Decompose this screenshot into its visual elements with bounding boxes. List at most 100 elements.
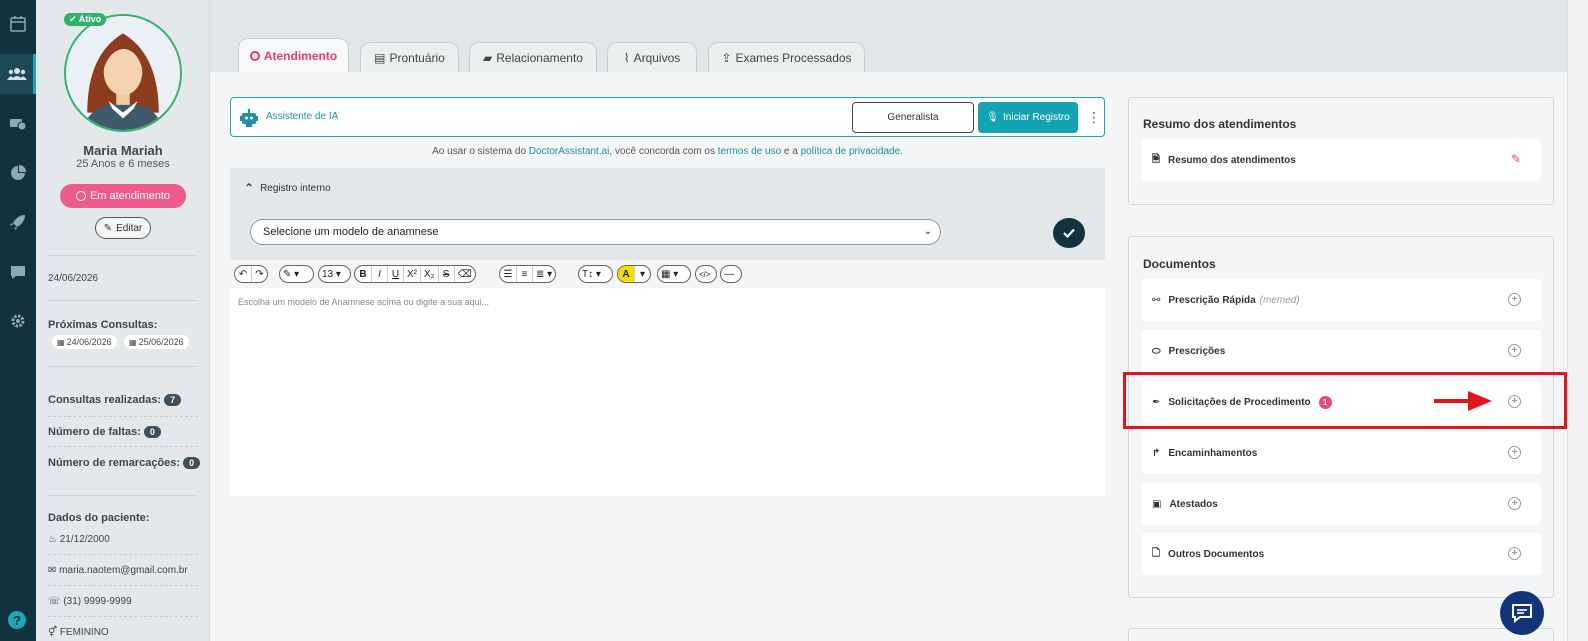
divider [48,366,198,367]
birth-date: ♨ 21/12/2000 [48,534,110,545]
stat-remarcacoes: Número de remarcações: 0 [48,457,201,469]
superscript-icon[interactable]: X² [403,266,420,282]
add-icon[interactable]: + [1508,344,1521,357]
anamnese-editor[interactable]: Escolha um modelo de Anamnese acima ou d… [230,288,1105,496]
chevron-down-icon: ⌄ [923,226,932,237]
cake-icon: ♨ [48,534,57,545]
patients-nav-icon[interactable] [0,54,36,94]
active-badge: ✔ Ativo [64,13,107,26]
registro-interno-toggle[interactable]: ⌃ Registro interno [244,181,331,195]
finance-nav-icon[interactable] [0,104,36,144]
message-icon: ▰ [483,50,493,65]
phone-icon: ☏ [48,596,61,607]
calendar-icon [10,16,26,32]
file-plus-icon: 🗋︎ [1152,547,1161,559]
undo-icon[interactable]: ↶ [235,266,251,282]
forward-icon: ↱ [1152,447,1161,459]
users-icon [6,68,27,80]
font-size-group: 13 ▾ [318,265,351,283]
bold-icon[interactable]: B [355,266,371,282]
code-group: </> [695,265,717,283]
patient-age: 25 Anos e 6 meses [76,158,170,170]
add-icon[interactable]: + [1508,497,1521,510]
count-badge: 0 [143,426,161,438]
microphone-icon: 🎙︎ [986,112,999,123]
underline-icon[interactable]: U [387,266,403,282]
paperclip-icon: ⌇ [623,50,630,65]
doc-outros-documentos[interactable]: 🗋︎ Outros Documentos + [1142,533,1541,575]
pie-chart-icon [11,165,26,180]
help-icon[interactable]: ? [8,611,26,629]
ai-assistant-label: Assistente de IA [266,111,339,122]
robot-icon [240,109,258,127]
add-icon[interactable]: + [1508,446,1521,459]
horizontal-rule-icon[interactable]: — [721,266,737,282]
edit-icon[interactable]: ✎ [1511,152,1521,166]
arrow-right-icon [1434,391,1492,411]
eraser-icon[interactable]: ⌫ [453,266,475,282]
resumo-row[interactable]: 🗎︎ Resumo dos atendimentos ✎ [1142,139,1541,181]
color-dropdown-icon[interactable]: ▾ [634,266,650,282]
upload-icon: ⇪ [721,50,732,65]
reports-nav-icon[interactable] [0,153,36,193]
next-date-chip[interactable]: ▦ 25/06/2026 [124,335,189,349]
generalista-button[interactable]: Generalista [852,102,974,133]
doc-encaminhamentos[interactable]: ↱ Encaminhamentos + [1142,432,1541,474]
subscript-icon[interactable]: X₂ [420,266,438,282]
pills-icon: ⚯ [1152,294,1161,306]
add-icon[interactable]: + [1508,547,1521,560]
bullet-list-icon[interactable]: ☰ [500,266,516,282]
gender-icon: ⚥ [48,627,58,638]
doc-prescricoes[interactable]: ⬭ Prescrições + [1142,330,1541,372]
font-size-select[interactable]: 13 ▾ [319,266,344,282]
line-height-icon[interactable]: T↕ ▾ [579,266,604,282]
table-icon[interactable]: ▦ ▾ [658,266,681,282]
anamnese-model-select[interactable]: Selecione um modelo de anamnese ⌄ [250,219,941,245]
left-nav: ? [0,0,36,641]
italic-icon[interactable]: I [371,266,387,282]
settings-nav-icon[interactable] [0,301,36,341]
next-date-chip[interactable]: ▦ 24/06/2026 [52,335,117,349]
terms-notice: Ao usar o sistema do DoctorAssistant.ai,… [432,146,903,157]
chat-bubble-icon [1512,604,1532,623]
doc-prescricao-rapida[interactable]: ⚯ Prescrição Rápida (memed) + [1142,279,1541,321]
tab-atendimento[interactable]: Atendimento [238,38,349,72]
highlight-color-icon[interactable]: A [618,266,634,282]
document-icon: 🗎︎ [1152,153,1161,165]
add-icon[interactable]: + [1508,293,1521,306]
count-badge: 7 [164,394,182,406]
tab-arquivos[interactable]: ⌇ Arquivos [607,42,697,72]
calendar-nav-icon[interactable] [0,4,36,44]
redo-icon[interactable]: ↷ [251,266,267,282]
clipboard-icon: ▤ [374,50,386,65]
iniciar-registro-button[interactable]: 🎙︎ Iniciar Registro [978,102,1078,133]
terms-of-use-link[interactable]: termos de uso [718,146,781,157]
tab-relacionamento[interactable]: ▰ Relacionamento [469,42,597,72]
privacy-policy-link[interactable]: política de privacidade [801,146,901,157]
tab-prontuario[interactable]: ▤ Prontuário [360,42,459,72]
messages-nav-icon[interactable] [0,252,36,292]
em-atendimento-button[interactable]: Em atendimento [60,184,186,208]
tab-exames-processados[interactable]: ⇪ Exames Processados [708,42,865,72]
confirm-model-button[interactable] [1053,218,1085,248]
format-group: B I U X² X₂ S ⌫ [354,265,476,283]
doctorassistant-link[interactable]: DoctorAssistant.ai [529,146,610,157]
magic-wand-icon[interactable]: ✎ ▾ [280,266,302,282]
scrollbar[interactable] [1567,0,1588,641]
strikethrough-icon[interactable]: S [437,266,454,282]
edit-button[interactable]: ✎ Editar [95,217,151,239]
highlight-box [1123,372,1567,429]
more-options-icon[interactable]: ⋮ [1087,109,1101,126]
mail-icon: ✉ [48,565,57,576]
record-icon [75,191,86,201]
gear-icon [11,314,25,328]
next-consults-label: Próximas Consultas: [48,319,158,331]
doc-atestados[interactable]: ▣ Atestados + [1142,483,1541,525]
support-chat-button[interactable] [1500,591,1544,635]
ordered-list-icon[interactable]: ≡ [516,266,532,282]
next-card [1128,628,1554,641]
launch-nav-icon[interactable] [0,202,36,242]
documentos-title: Documentos [1143,257,1216,271]
align-icon[interactable]: ≣ ▾ [532,266,555,282]
code-view-icon[interactable]: </> [696,266,714,282]
